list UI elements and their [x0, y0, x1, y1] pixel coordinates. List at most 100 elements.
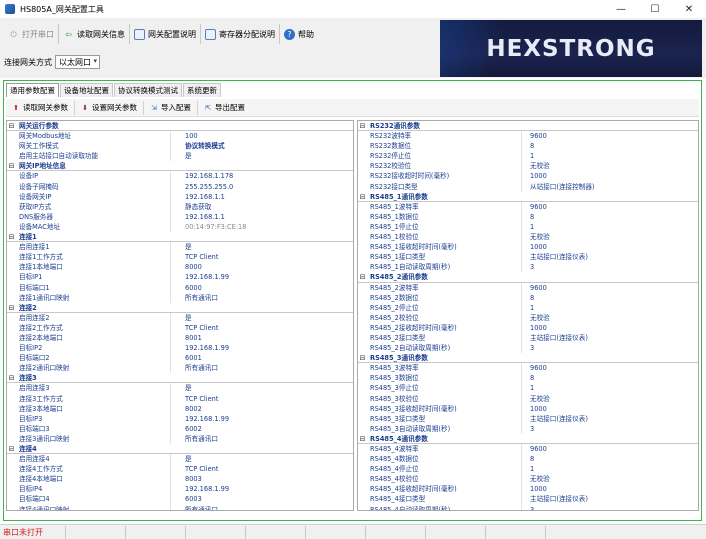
property-value[interactable]: 1000: [521, 171, 698, 182]
property-row[interactable]: RS485_1自动读取周期(秒) 3: [358, 262, 698, 273]
property-row[interactable]: 目标IP4 192.168.1.99: [7, 484, 353, 495]
maximize-button[interactable]: ☐: [638, 0, 672, 18]
property-value[interactable]: 无校验: [521, 474, 698, 485]
property-value[interactable]: 1: [521, 221, 698, 233]
tab-system-update[interactable]: 系统更新: [183, 83, 221, 97]
property-row[interactable]: RS485_4停止位 1: [358, 464, 698, 475]
property-value[interactable]: 9600: [521, 363, 698, 374]
property-value[interactable]: 1000: [521, 484, 698, 495]
property-row[interactable]: RS485_3停止位 1: [358, 383, 698, 394]
property-row[interactable]: RS485_2接收超时时间(毫秒) 1000: [358, 322, 698, 333]
config-help-button[interactable]: 网关配置说明: [130, 24, 201, 44]
property-row[interactable]: 连接2通讯口映射 所有通讯口: [7, 363, 353, 374]
property-value[interactable]: 192.168.1.99: [170, 413, 353, 424]
property-value[interactable]: 所有通讯口: [170, 504, 353, 510]
property-value[interactable]: 192.168.1.99: [170, 484, 353, 495]
collapse-icon[interactable]: ⊟: [7, 373, 16, 382]
property-value[interactable]: 192.168.1.1: [170, 191, 353, 202]
collapse-icon[interactable]: ⊟: [358, 192, 367, 201]
property-row[interactable]: 启用主站接口自动读取功能 是: [7, 151, 353, 162]
property-row[interactable]: 目标IP2 192.168.1.99: [7, 343, 353, 354]
category-row[interactable]: ⊟ RS485_4通讯参数: [358, 433, 698, 444]
property-row[interactable]: RS232数据位 8: [358, 141, 698, 152]
property-value[interactable]: 6003: [170, 494, 353, 505]
collapse-icon[interactable]: ⊟: [7, 444, 16, 453]
property-row[interactable]: RS485_4校验位 无校验: [358, 474, 698, 485]
property-row[interactable]: RS485_1数据位 8: [358, 211, 698, 222]
property-row[interactable]: RS485_3接口类型 主站接口(连接仪表): [358, 413, 698, 424]
property-value[interactable]: 8: [521, 211, 698, 222]
property-value[interactable]: 主站接口(连接仪表): [521, 413, 698, 424]
property-row[interactable]: RS485_2波特率 9600: [358, 282, 698, 293]
property-value[interactable]: 是: [170, 383, 353, 394]
category-row[interactable]: ⊟ RS485_2通讯参数: [358, 272, 698, 283]
property-row[interactable]: 目标端口3 6002: [7, 423, 353, 434]
property-value[interactable]: 8001: [170, 332, 353, 344]
property-row[interactable]: 连接4工作方式 TCP Client: [7, 464, 353, 475]
property-row[interactable]: RS485_1波特率 9600: [358, 201, 698, 212]
property-value[interactable]: 255.255.255.0: [170, 181, 353, 192]
read-params-button[interactable]: ⬆ 读取网关参数: [6, 100, 75, 115]
property-row[interactable]: RS232校验位 无校验: [358, 161, 698, 172]
register-help-button[interactable]: 寄存器分配说明: [201, 24, 280, 44]
property-row[interactable]: 目标端口2 6001: [7, 353, 353, 364]
property-value[interactable]: 从站接口(连接控制器): [521, 181, 698, 192]
property-row[interactable]: 设备MAC地址 00:14:97:F3:CE:18: [7, 221, 353, 233]
property-row[interactable]: 设备IP 192.168.1.178: [7, 171, 353, 182]
property-value[interactable]: 8000: [170, 262, 353, 273]
tab-device-address[interactable]: 设备地址配置: [60, 83, 113, 97]
property-row[interactable]: 目标IP1 192.168.1.99: [7, 272, 353, 283]
property-value[interactable]: 00:14:97:F3:CE:18: [170, 221, 353, 233]
property-row[interactable]: RS232接口类型 从站接口(连接控制器): [358, 181, 698, 192]
property-value[interactable]: 100: [170, 131, 353, 142]
property-row[interactable]: 获取IP方式 静态获取: [7, 201, 353, 212]
property-row[interactable]: 目标端口4 6003: [7, 494, 353, 505]
property-row[interactable]: 连接3工作方式 TCP Client: [7, 393, 353, 404]
property-value[interactable]: TCP Client: [170, 322, 353, 333]
property-value[interactable]: 无校验: [521, 232, 698, 243]
property-row[interactable]: RS485_2接口类型 主站接口(连接仪表): [358, 332, 698, 344]
property-value[interactable]: 8: [521, 373, 698, 384]
property-value[interactable]: 1: [521, 302, 698, 313]
property-value[interactable]: 6001: [170, 353, 353, 364]
collapse-icon[interactable]: ⊟: [358, 434, 367, 443]
property-row[interactable]: 连接2本地端口 8001: [7, 332, 353, 344]
help-button[interactable]: ? 帮助: [280, 24, 318, 44]
property-row[interactable]: RS232波特率 9600: [358, 131, 698, 142]
property-row[interactable]: RS485_1接口类型 主站接口(连接仪表): [358, 252, 698, 263]
collapse-icon[interactable]: ⊟: [358, 272, 367, 281]
property-row[interactable]: 连接2工作方式 TCP Client: [7, 322, 353, 333]
collapse-icon[interactable]: ⊟: [358, 353, 367, 362]
property-row[interactable]: 连接1工作方式 TCP Client: [7, 252, 353, 263]
property-value[interactable]: TCP Client: [170, 464, 353, 475]
property-row[interactable]: RS485_1校验位 无校验: [358, 232, 698, 243]
read-info-button[interactable]: ⇦ 读取网关信息: [59, 24, 130, 44]
property-value[interactable]: 192.168.1.1: [170, 211, 353, 222]
property-row[interactable]: RS485_4接收超时时间(毫秒) 1000: [358, 484, 698, 495]
close-button[interactable]: ✕: [672, 0, 706, 18]
property-row[interactable]: RS485_2校验位 无校验: [358, 312, 698, 323]
property-value[interactable]: 所有通讯口: [170, 292, 353, 303]
property-value[interactable]: 是: [170, 312, 353, 323]
category-row[interactable]: ⊟ 连接1: [7, 232, 353, 243]
property-value[interactable]: 8: [521, 292, 698, 303]
collapse-icon[interactable]: ⊟: [358, 121, 367, 130]
property-value[interactable]: TCP Client: [170, 393, 353, 404]
property-value[interactable]: 是: [170, 454, 353, 465]
property-value[interactable]: 9600: [521, 282, 698, 293]
property-value[interactable]: 8003: [170, 474, 353, 485]
property-value[interactable]: 1: [521, 151, 698, 162]
category-row[interactable]: ⊟ 连接2: [7, 302, 353, 313]
property-value[interactable]: 1: [521, 464, 698, 475]
property-row[interactable]: RS485_3数据位 8: [358, 373, 698, 384]
property-row[interactable]: 连接4本地端口 8003: [7, 474, 353, 485]
category-row[interactable]: ⊟ RS485_1通讯参数: [358, 191, 698, 202]
property-value[interactable]: 6000: [170, 282, 353, 293]
property-value[interactable]: 8: [521, 141, 698, 152]
property-row[interactable]: RS232停止位 1: [358, 151, 698, 162]
property-row[interactable]: RS485_4波特率 9600: [358, 444, 698, 455]
property-value[interactable]: 主站接口(连接仪表): [521, 252, 698, 263]
property-value[interactable]: 主站接口(连接仪表): [521, 494, 698, 505]
property-value[interactable]: 1000: [521, 322, 698, 333]
category-row[interactable]: ⊟ 网关IP地址信息: [7, 161, 353, 172]
